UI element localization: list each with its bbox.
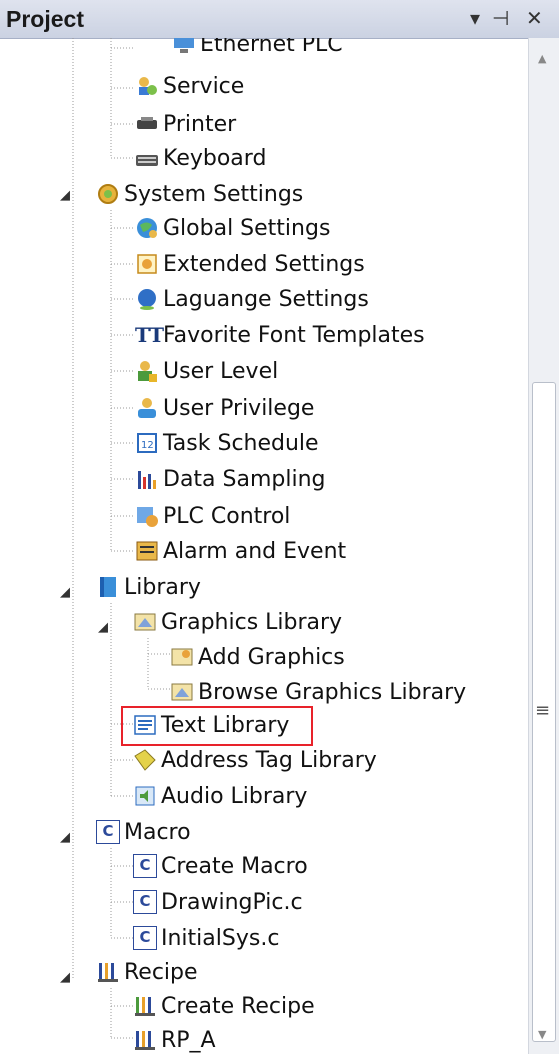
tree-item-rp-a[interactable]: RP_A: [133, 1024, 216, 1054]
collapse-arrow-icon[interactable]: ◢: [98, 620, 108, 635]
tree-item-data-sampling[interactable]: Data Sampling: [135, 463, 326, 495]
svg-text:12: 12: [141, 440, 154, 451]
language-globe-icon: [135, 287, 159, 311]
tree-item-address-tag-library[interactable]: Address Tag Library: [133, 744, 377, 776]
recipe-icon: [96, 960, 120, 984]
c-file-icon: C: [133, 854, 157, 878]
collapse-arrow-icon[interactable]: ◢: [60, 970, 70, 985]
tree-item-language-settings[interactable]: Laguange Settings: [135, 283, 369, 315]
tree-item-system-settings[interactable]: System Settings: [96, 178, 303, 210]
tag-icon: [133, 748, 157, 772]
tree-item-service[interactable]: Service: [135, 70, 244, 102]
graphics-library-icon: [133, 610, 157, 634]
vertical-scrollbar[interactable]: ▲ ≡ ▼: [528, 38, 559, 1054]
font-icon: TT: [135, 323, 165, 347]
user-privilege-icon: [135, 396, 159, 420]
selection-highlight-box: [121, 706, 313, 746]
panel-titlebar: Project ▾ ⊣ ✕: [0, 0, 559, 39]
tree-item-create-macro[interactable]: C Create Macro: [133, 850, 308, 882]
tree-item-audio-library[interactable]: Audio Library: [133, 780, 307, 812]
tree-item-initialsys[interactable]: C InitialSys.c: [133, 922, 279, 954]
project-tree: Ethernet PLC Service Printer Keyboard ◢ …: [0, 38, 528, 1054]
project-panel: Project ▾ ⊣ ✕ Ethernet PLC Service Print…: [0, 0, 559, 1054]
recipe-icon: [133, 994, 157, 1018]
collapse-arrow-icon[interactable]: ◢: [60, 585, 70, 600]
tree-item-global-settings[interactable]: Global Settings: [135, 212, 330, 244]
pin-icon[interactable]: ⊣: [492, 6, 509, 30]
extended-settings-icon: [135, 252, 159, 276]
bar-chart-icon: [135, 467, 159, 491]
tree-item-recipe[interactable]: Recipe: [96, 956, 198, 988]
tree-item-printer[interactable]: Printer: [135, 108, 236, 140]
scroll-down-arrow-icon[interactable]: ▼: [538, 1028, 546, 1041]
scrollbar-grip-icon: ≡: [535, 700, 551, 721]
c-file-icon: C: [133, 890, 157, 914]
user-level-icon: [135, 359, 159, 383]
tree-item-keyboard[interactable]: Keyboard: [135, 142, 266, 174]
tree-item-task-schedule[interactable]: 12 Task Schedule: [135, 427, 319, 459]
c-file-icon: C: [133, 926, 157, 950]
browse-graphics-icon: [170, 680, 194, 704]
recipe-icon: [133, 1028, 157, 1052]
audio-icon: [133, 784, 157, 808]
tree-item-plc-control[interactable]: PLC Control: [135, 500, 290, 532]
panel-title: Project: [6, 6, 84, 32]
collapse-arrow-icon[interactable]: ◢: [60, 188, 70, 203]
tree-item-macro[interactable]: C Macro: [96, 816, 191, 848]
tree-item-create-recipe[interactable]: Create Recipe: [133, 990, 315, 1022]
tree-item-favorite-font-templates[interactable]: TT Favorite Font Templates: [135, 319, 425, 351]
c-file-icon: C: [96, 820, 120, 844]
alarm-icon: [135, 539, 159, 563]
tree-item-user-level[interactable]: User Level: [135, 355, 278, 387]
tree-item-browse-graphics-library[interactable]: Browse Graphics Library: [170, 676, 466, 708]
network-icon: [172, 38, 196, 56]
globe-icon: [135, 216, 159, 240]
settings-gear-icon: [96, 182, 120, 206]
tree-item-graphics-library[interactable]: Graphics Library: [133, 606, 342, 638]
add-graphics-icon: [170, 645, 194, 669]
dropdown-icon[interactable]: ▾: [470, 6, 480, 30]
tree-item-add-graphics[interactable]: Add Graphics: [170, 641, 345, 673]
library-book-icon: [96, 575, 120, 599]
collapse-arrow-icon[interactable]: ◢: [60, 830, 70, 845]
tree-item-alarm-and-event[interactable]: Alarm and Event: [135, 535, 346, 567]
scroll-up-arrow-icon[interactable]: ▲: [538, 52, 546, 65]
tree-item-ethernet-plc[interactable]: Ethernet PLC: [172, 38, 343, 60]
printer-icon: [135, 112, 159, 136]
keyboard-icon: [135, 146, 159, 170]
tree-item-extended-settings[interactable]: Extended Settings: [135, 248, 365, 280]
tree-item-drawingpic[interactable]: C DrawingPic.c: [133, 886, 303, 918]
tree-item-user-privilege[interactable]: User Privilege: [135, 392, 314, 424]
service-icon: [135, 74, 159, 98]
close-icon[interactable]: ✕: [526, 6, 543, 30]
plc-control-icon: [135, 504, 159, 528]
calendar-icon: 12: [135, 431, 159, 455]
tree-item-library[interactable]: Library: [96, 571, 201, 603]
